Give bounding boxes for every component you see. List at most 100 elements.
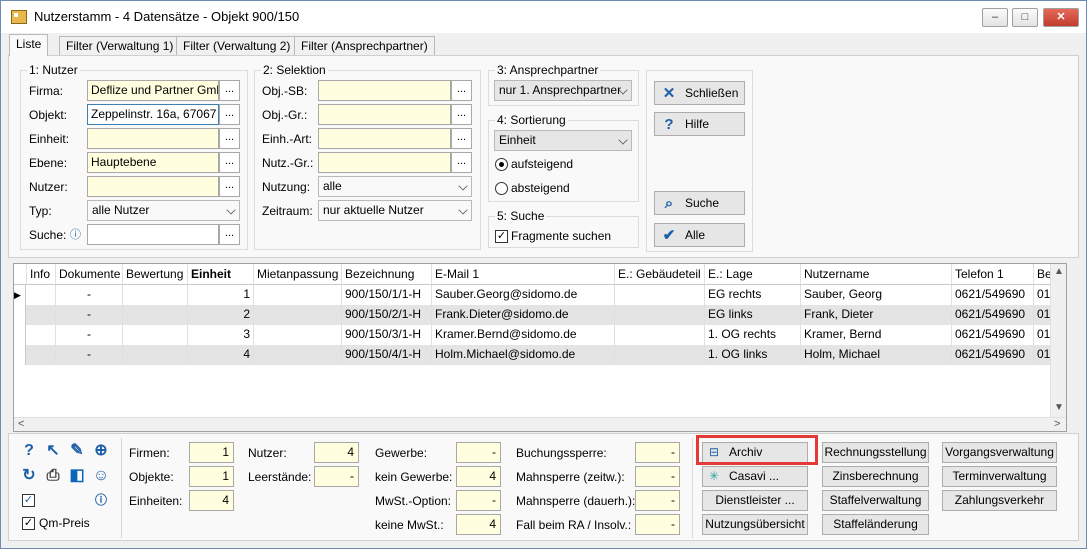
nutzer-browse-button[interactable]: ...: [219, 176, 240, 197]
nutzer-table[interactable]: Info Dokumente Bewertung Einheit Mietanp…: [13, 263, 1067, 432]
edit-icon[interactable]: ✎: [68, 442, 86, 460]
absteigend-label: absteigend: [511, 181, 570, 195]
row-header: [14, 345, 26, 365]
minimize-button[interactable]: –: [982, 8, 1008, 27]
ebene-field[interactable]: Hauptebene: [87, 152, 219, 173]
nutzer-group: 1: Nutzer Firma: Deflize und Partner Gmb…: [20, 63, 248, 250]
vertical-scrollbar[interactable]: ▲ ▼: [1050, 264, 1066, 417]
scroll-up-icon[interactable]: ▲: [1054, 266, 1064, 277]
nutzgr-browse-button[interactable]: ...: [451, 152, 472, 173]
fragmente-checkbox[interactable]: ✓: [495, 230, 508, 243]
col-mietanpassung[interactable]: Mietanpassung: [254, 264, 342, 285]
tab-liste[interactable]: Liste: [9, 34, 49, 56]
col-gebaeudeteil[interactable]: E.: Gebäudeteil: [615, 264, 705, 285]
einhart-browse-button[interactable]: ...: [451, 128, 472, 149]
staffelverwaltung-button[interactable]: Staffelverwaltung: [822, 490, 929, 511]
table-row[interactable]: - 2 900/150/2/1-H Frank.Dieter@sidomo.de…: [14, 305, 1066, 325]
scroll-right-icon[interactable]: >: [1054, 418, 1060, 430]
col-bewertung[interactable]: Bewertung: [123, 264, 188, 285]
print-icon[interactable]: ⎙: [44, 467, 62, 485]
alle-button[interactable]: ✔ Alle: [654, 223, 745, 247]
sortierung-select[interactable]: Einheit: [494, 130, 632, 151]
zahlungsverkehr-button[interactable]: Zahlungsverkehr: [942, 490, 1057, 511]
cell-bewertung: [123, 285, 188, 305]
schliessen-label: Schließen: [685, 86, 739, 100]
col-lage[interactable]: E.: Lage: [705, 264, 801, 285]
rechnungsstellung-button[interactable]: Rechnungsstellung: [822, 442, 929, 463]
einheit-field[interactable]: [87, 128, 219, 149]
cell-email: Sauber.Georg@sidomo.de: [432, 285, 615, 305]
info-icon[interactable]: ⓘ: [92, 491, 110, 509]
col-info[interactable]: Info: [27, 264, 56, 285]
einhart-field[interactable]: [318, 128, 451, 149]
nutzgr-field[interactable]: [318, 152, 451, 173]
staffelaenderung-button[interactable]: Staffeländerung: [822, 514, 929, 535]
col-nutzername[interactable]: Nutzername: [801, 264, 952, 285]
suche-browse-button[interactable]: ...: [219, 224, 240, 245]
zeitraum-value: nur aktuelle Nutzer: [323, 203, 424, 217]
objsb-label: Obj.-SB:: [262, 84, 308, 98]
objekt-field[interactable]: Zeppelinstr. 16a, 67067 Ludwigshafen: [87, 104, 219, 125]
col-dokumente[interactable]: Dokumente: [56, 264, 123, 285]
help-icon[interactable]: ?: [20, 442, 38, 460]
firma-browse-button[interactable]: ...: [219, 80, 240, 101]
aufsteigend-radio[interactable]: [495, 158, 508, 171]
table-row[interactable]: - 4 900/150/4/1-H Holm.Michael@sidomo.de…: [14, 345, 1066, 365]
row-pointer-icon: ▶: [14, 285, 26, 305]
tab-filter-verwaltung-2[interactable]: Filter (Verwaltung 2): [176, 36, 298, 56]
table-row[interactable]: - 3 900/150/3/1-H Kramer.Bernd@sidomo.de…: [14, 325, 1066, 345]
absteigend-radio[interactable]: [495, 182, 508, 195]
ansprechpartner-select[interactable]: nur 1. Ansprechpartner: [494, 80, 632, 101]
einheit-browse-button[interactable]: ...: [219, 128, 240, 149]
objekt-browse-button[interactable]: ...: [219, 104, 240, 125]
tab-filter-ansprechpartner[interactable]: Filter (Ansprechpartner): [294, 36, 435, 56]
col-email[interactable]: E-Mail 1: [432, 264, 615, 285]
qm-preis-checkbox[interactable]: ✓: [22, 517, 35, 530]
tab-filter-verwaltung-1[interactable]: Filter (Verwaltung 1): [59, 36, 181, 56]
horizontal-scrollbar[interactable]: < >: [14, 417, 1066, 431]
cell-mietanpassung: [254, 305, 342, 325]
maximize-button[interactable]: □: [1012, 8, 1038, 27]
schliessen-button[interactable]: ✕ Schließen: [654, 81, 745, 105]
dienstleister-button[interactable]: Dienstleister ...: [702, 490, 808, 511]
terminverwaltung-button[interactable]: Terminverwaltung: [942, 466, 1057, 487]
nutzung-select[interactable]: alle: [318, 176, 472, 197]
col-telefon[interactable]: Telefon 1: [952, 264, 1034, 285]
user-icon[interactable]: ☺: [92, 467, 110, 485]
select-checkbox-icon[interactable]: ✓: [22, 494, 35, 507]
vorgangsverwaltung-button[interactable]: Vorgangsverwaltung: [942, 442, 1057, 463]
close-button[interactable]: ✕: [1043, 8, 1079, 27]
objgr-browse-button[interactable]: ...: [451, 104, 472, 125]
cell-lage: 1. OG links: [705, 345, 801, 365]
firma-field[interactable]: Deflize und Partner GmbH: [87, 80, 219, 101]
objsb-field[interactable]: [318, 80, 451, 101]
objekte-count: 1: [189, 466, 234, 487]
chevron-down-icon: [458, 181, 468, 191]
objsb-browse-button[interactable]: ...: [451, 80, 472, 101]
nutzer-field[interactable]: [87, 176, 219, 197]
scroll-down-icon[interactable]: ▼: [1054, 402, 1064, 413]
objgr-field[interactable]: [318, 104, 451, 125]
pointer-icon[interactable]: ↖: [44, 442, 62, 460]
suche-button[interactable]: ⌕ Suche: [654, 191, 745, 215]
add-icon[interactable]: ⊕: [92, 442, 110, 460]
col-bezeichnung[interactable]: Bezeichnung: [342, 264, 432, 285]
hilfe-button[interactable]: ? Hilfe: [654, 112, 745, 136]
selektion-group-label: 2: Selektion: [261, 63, 328, 77]
nutzungsuebersicht-button[interactable]: Nutzungsübersicht: [702, 514, 808, 535]
typ-select[interactable]: alle Nutzer: [87, 200, 240, 221]
zinsberechnung-button[interactable]: Zinsberechnung: [822, 466, 929, 487]
info-icon[interactable]: ⓘ: [70, 227, 81, 243]
office-icon[interactable]: ◧: [68, 467, 86, 485]
zeitraum-select[interactable]: nur aktuelle Nutzer: [318, 200, 472, 221]
cell-beginn: 01: [1037, 287, 1050, 301]
suche-field[interactable]: [87, 224, 219, 245]
refresh-icon[interactable]: ↻: [20, 467, 38, 485]
chevron-down-icon: [618, 135, 628, 145]
objekt-label: Objekt:: [29, 108, 68, 122]
col-einheit[interactable]: Einheit: [188, 264, 254, 285]
casavi-button[interactable]: ✳ Casavi ...: [702, 466, 808, 487]
scroll-left-icon[interactable]: <: [18, 418, 24, 430]
table-row[interactable]: ▶ - 1 900/150/1/1-H Sauber.Georg@sidomo.…: [14, 285, 1066, 305]
ebene-browse-button[interactable]: ...: [219, 152, 240, 173]
